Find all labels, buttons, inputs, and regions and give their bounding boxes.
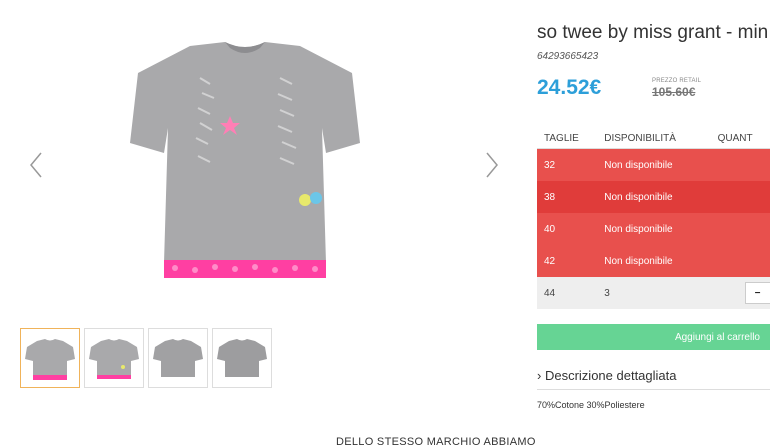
thumbnail-front[interactable] xyxy=(20,328,80,388)
availability-cell: Non disponibile xyxy=(597,148,711,181)
table-row: 42 Non disponibile xyxy=(537,245,770,277)
add-to-cart-button[interactable]: Aggiungi al carrello xyxy=(537,324,770,350)
table-row: 44 3 − xyxy=(537,277,770,309)
thumbnail-strip xyxy=(20,328,272,388)
availability-cell: 3 xyxy=(597,277,711,309)
quantity-cell: − xyxy=(710,277,770,309)
quantity-cell xyxy=(710,213,770,245)
product-gallery xyxy=(0,0,525,320)
table-header-row: TAGLIE DISPONIBILITÀ QUANT xyxy=(537,128,770,149)
size-cell: 38 xyxy=(537,181,598,213)
quantity-cell xyxy=(710,245,770,277)
main-product-image xyxy=(130,38,360,283)
description-toggle[interactable]: › Descrizione dettagliata xyxy=(537,368,677,383)
column-header-quantity: QUANT xyxy=(710,128,770,149)
column-header-availability: DISPONIBILITÀ xyxy=(597,128,711,149)
availability-cell: Non disponibile xyxy=(597,245,711,277)
size-cell: 42 xyxy=(537,245,598,277)
quantity-decrement-button[interactable]: − xyxy=(744,282,770,304)
product-title: so twee by miss grant - min xyxy=(537,22,769,43)
size-availability-table: TAGLIE DISPONIBILITÀ QUANT 32 Non dispon… xyxy=(537,128,770,309)
size-cell: 44 xyxy=(537,277,598,309)
composition-text: 70%Cotone 30%Poliestere xyxy=(537,400,645,410)
table-row: 40 Non disponibile xyxy=(537,213,770,245)
product-info-panel: so twee by miss grant - min 64293665423 … xyxy=(537,0,770,444)
thumbnail-detail[interactable] xyxy=(84,328,144,388)
size-cell: 32 xyxy=(537,148,598,181)
availability-cell: Non disponibile xyxy=(597,181,711,213)
table-row: 38 Non disponibile xyxy=(537,181,770,213)
column-header-size: TAGLIE xyxy=(537,128,598,149)
quantity-cell xyxy=(710,181,770,213)
retail-price: 105.60€ xyxy=(652,85,696,99)
thumbnail-back[interactable] xyxy=(148,328,208,388)
divider xyxy=(537,389,770,390)
retail-price-label: PREZZO RETAIL xyxy=(652,78,702,84)
thumbnail-side[interactable] xyxy=(212,328,272,388)
same-brand-heading: DELLO STESSO MARCHIO ABBIAMO xyxy=(336,436,536,448)
chevron-left-icon[interactable] xyxy=(28,150,44,180)
chevron-right-icon: › xyxy=(537,368,542,383)
size-cell: 40 xyxy=(537,213,598,245)
product-sku: 64293665423 xyxy=(537,51,599,62)
product-price: 24.52€ xyxy=(537,76,602,99)
chevron-right-icon[interactable] xyxy=(484,150,500,180)
description-header-label: Descrizione dettagliata xyxy=(544,368,677,383)
availability-cell: Non disponibile xyxy=(597,213,711,245)
quantity-cell xyxy=(710,148,770,181)
table-row: 32 Non disponibile xyxy=(537,148,770,181)
